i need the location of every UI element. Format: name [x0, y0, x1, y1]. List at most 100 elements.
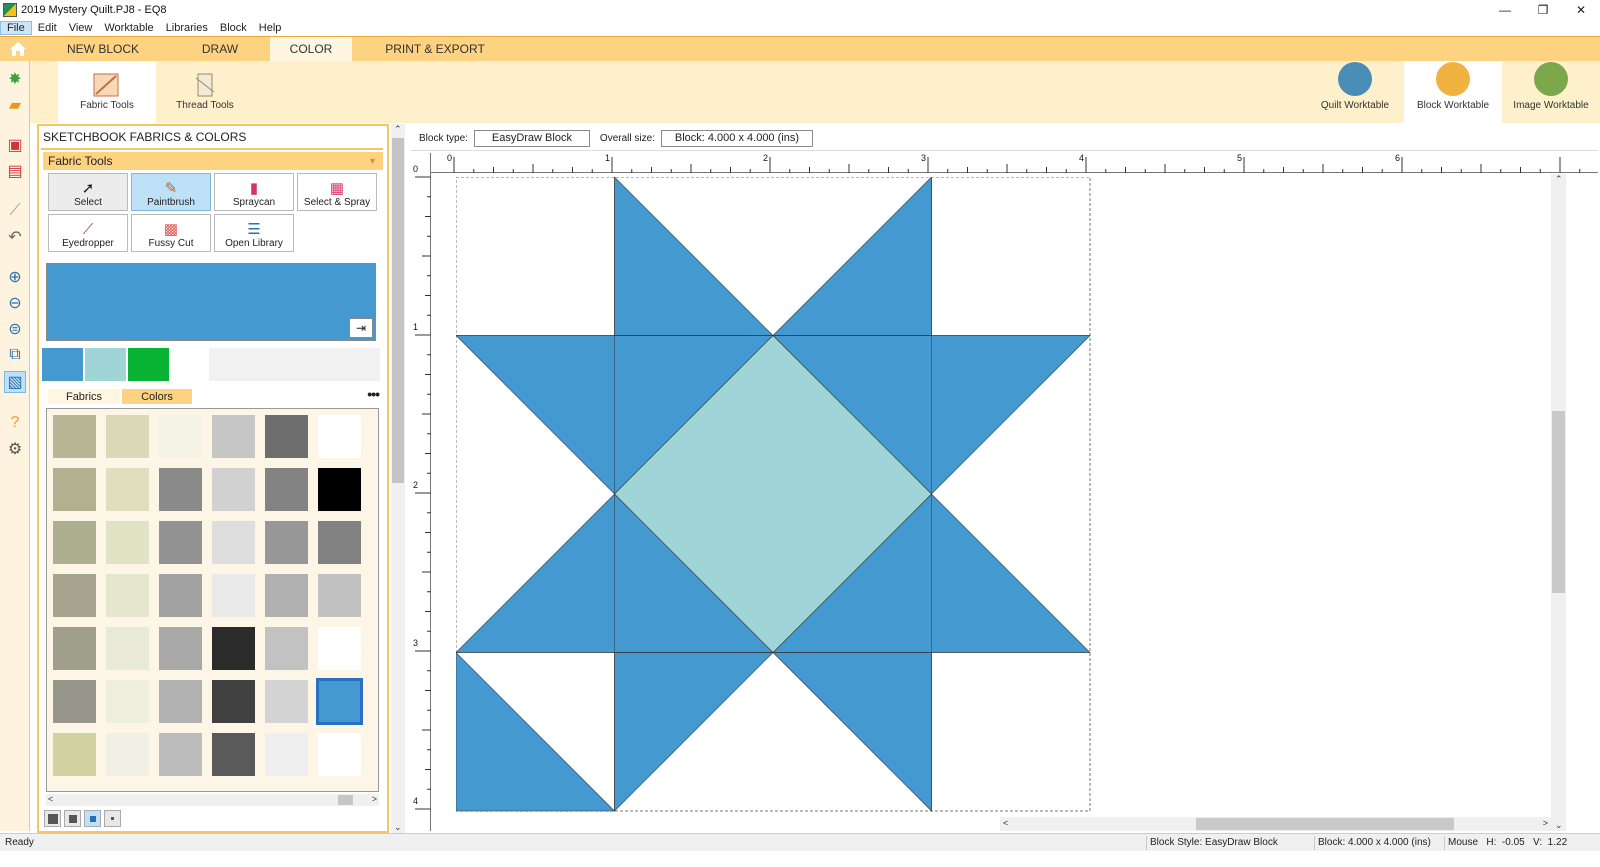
palette-scroll-thumb[interactable] — [338, 795, 353, 805]
recent-swatch[interactable] — [42, 348, 83, 381]
zoom-in-icon[interactable]: ⊕ — [5, 267, 25, 287]
color-swatch[interactable] — [265, 521, 308, 564]
menu-view[interactable]: View — [63, 22, 99, 34]
color-swatch[interactable] — [53, 733, 96, 776]
help-icon[interactable]: ? — [5, 413, 25, 433]
color-swatch[interactable] — [159, 733, 202, 776]
quilt-block[interactable] — [456, 177, 1092, 813]
canvas-vscroll-thumb[interactable] — [1552, 411, 1565, 593]
zoom-out-icon[interactable]: ⊖ — [5, 293, 25, 313]
open-folder-icon[interactable]: ▰ — [5, 95, 25, 115]
color-swatch[interactable] — [53, 468, 96, 511]
swatch-size-tiny-button[interactable] — [104, 810, 121, 827]
refresh-screen-icon[interactable]: ⧉ — [5, 345, 25, 365]
color-swatch[interactable] — [106, 468, 149, 511]
color-swatch[interactable] — [212, 680, 255, 723]
swatch-size-small-button[interactable] — [84, 810, 101, 827]
tab-color[interactable]: COLOR — [270, 37, 352, 61]
collapse-arrow-icon[interactable]: ▼ — [368, 152, 377, 170]
color-swatch[interactable] — [159, 680, 202, 723]
color-swatch[interactable] — [159, 521, 202, 564]
close-button[interactable]: ✕ — [1562, 0, 1600, 20]
color-swatch[interactable] — [318, 627, 361, 670]
move-to-color-button[interactable]: ⇥ — [349, 318, 373, 338]
canvas-scroll-right-icon[interactable]: > — [1543, 818, 1548, 828]
recent-swatch[interactable] — [128, 348, 169, 381]
settings-gear-icon[interactable]: ⚙ — [5, 439, 25, 459]
more-options-icon[interactable]: ••• — [367, 386, 380, 402]
scroll-left-icon[interactable]: < — [48, 794, 53, 804]
color-swatch[interactable] — [159, 574, 202, 617]
color-swatch[interactable] — [159, 627, 202, 670]
tab-fabrics[interactable]: Fabrics — [48, 389, 120, 404]
menu-worktable[interactable]: Worktable — [98, 22, 159, 34]
color-swatch[interactable] — [106, 574, 149, 617]
spraycan-tool-button[interactable]: ▮ Spraycan — [214, 173, 294, 211]
ruler-icon[interactable]: ⟋ — [5, 201, 25, 221]
restore-button[interactable]: ❐ — [1524, 0, 1562, 20]
color-swatch[interactable] — [265, 680, 308, 723]
canvas-horizontal-scrollbar[interactable]: < > — [1000, 817, 1551, 831]
menu-block[interactable]: Block — [214, 22, 253, 34]
color-swatch[interactable] — [316, 678, 363, 725]
swatch-size-medium-button[interactable] — [64, 810, 81, 827]
color-swatch[interactable] — [212, 733, 255, 776]
color-swatch[interactable] — [53, 574, 96, 617]
quilt-worktable-button[interactable]: Quilt Worktable — [1306, 61, 1404, 123]
color-swatch[interactable] — [265, 627, 308, 670]
fussy-cut-tool-button[interactable]: ▩ Fussy Cut — [131, 214, 211, 252]
color-swatch[interactable] — [318, 415, 361, 458]
recent-swatch[interactable] — [85, 348, 126, 381]
panel-vertical-scrollbar[interactable]: ⌃ ⌄ — [391, 124, 405, 833]
tab-draw[interactable]: DRAW — [170, 37, 270, 61]
fabric-tools-header[interactable]: Fabric Tools ▼ — [43, 152, 383, 170]
home-button[interactable] — [0, 37, 36, 61]
color-swatch[interactable] — [212, 521, 255, 564]
minimize-button[interactable]: — — [1486, 0, 1524, 20]
tab-new-block[interactable]: NEW BLOCK — [36, 37, 170, 61]
menu-libraries[interactable]: Libraries — [160, 22, 214, 34]
open-library-tool-button[interactable]: ☰ Open Library — [214, 214, 294, 252]
color-swatch[interactable] — [265, 468, 308, 511]
fabric-tools-button[interactable]: Fabric Tools — [58, 61, 156, 123]
color-swatch[interactable] — [106, 627, 149, 670]
color-swatch[interactable] — [53, 521, 96, 564]
color-swatch[interactable] — [318, 521, 361, 564]
color-swatch[interactable] — [53, 680, 96, 723]
color-swatch[interactable] — [159, 468, 202, 511]
color-swatch[interactable] — [212, 468, 255, 511]
color-swatch[interactable] — [265, 733, 308, 776]
paintbrush-tool-button[interactable]: ✎ Paintbrush — [131, 173, 211, 211]
color-swatch[interactable] — [212, 627, 255, 670]
canvas-vertical-scrollbar[interactable]: ⌃ ⌄ — [1551, 174, 1566, 831]
tab-colors[interactable]: Colors — [122, 389, 192, 404]
select-tool-button[interactable]: ➚ Select — [48, 173, 128, 211]
canvas-scroll-left-icon[interactable]: < — [1003, 818, 1008, 828]
undo-icon[interactable]: ↶ — [5, 227, 25, 247]
canvas-hscroll-thumb[interactable] — [1196, 818, 1454, 830]
color-swatch[interactable] — [212, 415, 255, 458]
palette-horizontal-scrollbar[interactable]: < > — [46, 794, 379, 806]
swatch-size-large-button[interactable] — [44, 810, 61, 827]
eyedropper-tool-button[interactable]: ⟋ Eyedropper — [48, 214, 128, 252]
canvas-scroll-up-icon[interactable]: ⌃ — [1555, 174, 1563, 185]
select-spray-tool-button[interactable]: ▦ Select & Spray — [297, 173, 377, 211]
thread-tools-button[interactable]: Thread Tools — [156, 61, 254, 123]
fit-to-worktable-icon[interactable]: ⊜ — [5, 319, 25, 339]
block-worktable-canvas[interactable] — [432, 174, 1551, 817]
add-to-sketchbook-icon[interactable]: ▣ — [5, 135, 25, 155]
color-swatch[interactable] — [159, 415, 202, 458]
color-swatch[interactable] — [106, 733, 149, 776]
color-swatch[interactable] — [265, 574, 308, 617]
color-swatch[interactable] — [53, 627, 96, 670]
block-layout-icon[interactable]: ▧ — [4, 371, 26, 393]
new-project-icon[interactable]: ✸ — [5, 69, 25, 89]
image-worktable-button[interactable]: Image Worktable — [1502, 61, 1600, 123]
color-swatch[interactable] — [53, 415, 96, 458]
scroll-up-icon[interactable]: ⌃ — [394, 124, 402, 135]
color-swatch[interactable] — [265, 415, 308, 458]
menu-help[interactable]: Help — [253, 22, 288, 34]
color-swatch[interactable] — [318, 733, 361, 776]
view-sketchbook-icon[interactable]: ▤ — [5, 161, 25, 181]
color-swatch[interactable] — [318, 574, 361, 617]
